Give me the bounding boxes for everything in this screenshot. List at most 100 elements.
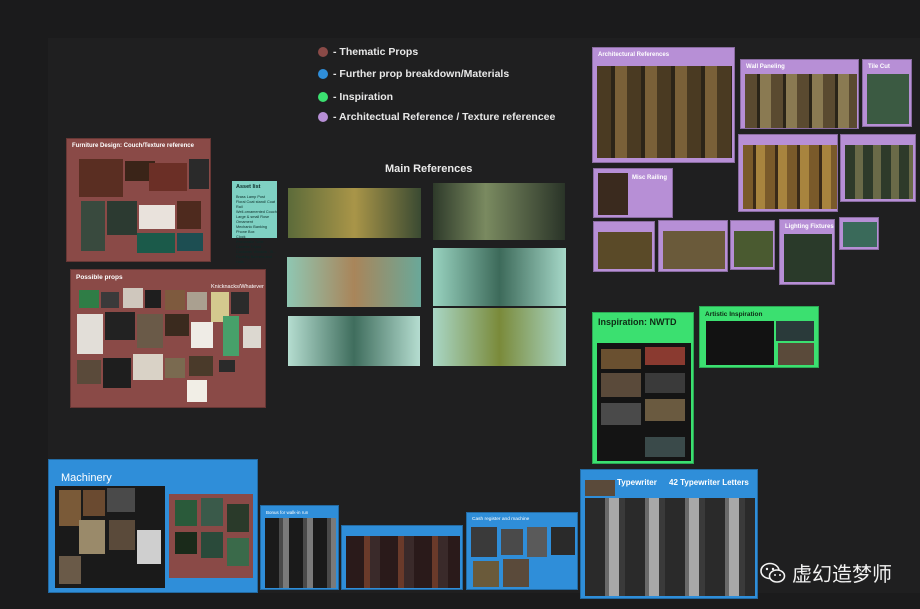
image-thumb[interactable] [59,490,81,526]
image-thumb[interactable] [187,292,207,310]
image-thumb[interactable] [745,74,857,128]
group-misc-railing[interactable]: Misc Railing [593,168,673,218]
group-arch-interiors[interactable] [840,134,916,202]
image-thumb[interactable] [189,159,209,189]
group-furniture[interactable]: Furniture Design: Couch/Texture referenc… [66,138,211,262]
group-inspiration-nwtd[interactable]: Inspiration: NWTD [592,312,694,464]
group-possible-props[interactable]: Possible props Knicknacks/Whatever [70,269,266,408]
image-thumb[interactable] [165,358,185,378]
image-thumb[interactable] [784,234,832,282]
image-thumb[interactable] [175,500,197,526]
group-arch-windows[interactable] [839,217,879,250]
image-thumb[interactable] [645,437,685,457]
image-thumb[interactable] [551,527,575,555]
image-thumb[interactable] [79,290,99,308]
image-thumb[interactable] [867,74,909,124]
image-thumb[interactable] [105,312,135,340]
image-thumb[interactable] [165,314,189,336]
image-thumb[interactable] [83,490,105,516]
group-artistic-inspiration[interactable]: Artistic Inspiration [699,306,819,368]
image-thumb[interactable] [585,498,755,596]
image-thumb[interactable] [223,316,239,356]
group-machinery[interactable]: Machinery [48,459,258,593]
image-thumb[interactable] [81,201,105,251]
main-reference-image[interactable] [433,183,565,240]
image-thumb[interactable] [645,373,685,393]
asset-list-card[interactable]: Asset list Brass Lamp Post Floral Coat s… [232,181,277,264]
image-thumb[interactable] [177,201,201,229]
image-thumb[interactable] [601,373,641,397]
image-thumb[interactable] [109,520,135,550]
group-architectural-references[interactable]: Architectural References [592,47,735,163]
image-thumb[interactable] [227,504,249,532]
group-bonus-walk-in[interactable]: Bonus for walk-in run [260,505,339,590]
image-thumb[interactable] [103,358,131,388]
group-typewriter[interactable]: Typewriter 42 Typewriter Letters [580,469,758,599]
group-arch-doors[interactable] [738,134,838,212]
image-thumb[interactable] [79,520,105,554]
group-cash-register[interactable]: Cash register and machine [466,512,578,590]
main-reference-image[interactable] [288,188,421,238]
image-thumb[interactable] [175,532,197,554]
image-thumb[interactable] [231,292,249,314]
image-thumb[interactable] [107,201,137,235]
image-thumb[interactable] [845,145,913,199]
image-thumb[interactable] [59,556,81,584]
main-reference-image[interactable] [433,248,566,306]
image-thumb[interactable] [501,529,523,555]
image-thumb[interactable] [219,360,235,372]
image-thumb[interactable] [601,403,641,425]
image-thumb[interactable] [778,343,814,365]
image-thumb[interactable] [527,527,547,557]
image-thumb[interactable] [101,292,119,308]
image-thumb[interactable] [471,527,497,557]
image-thumb[interactable] [843,222,877,247]
image-thumb[interactable] [776,321,814,341]
image-thumb[interactable] [598,232,652,269]
main-reference-image[interactable] [287,257,421,307]
image-thumb[interactable] [145,290,161,308]
image-thumb[interactable] [187,380,207,402]
image-thumb[interactable] [598,173,628,215]
image-thumb[interactable] [165,290,185,310]
image-thumb[interactable] [77,360,101,384]
image-thumb[interactable] [734,231,773,267]
group-arch-details[interactable] [593,221,655,272]
image-thumb[interactable] [107,488,135,512]
group-wall-paneling[interactable]: Wall Paneling [740,59,859,129]
image-thumb[interactable] [243,326,261,348]
image-thumb[interactable] [139,205,175,229]
group-arch-ornament[interactable] [730,220,775,270]
image-thumb[interactable] [597,66,732,158]
image-thumb[interactable] [585,480,615,496]
image-thumb[interactable] [189,356,213,376]
image-thumb[interactable] [149,163,187,191]
image-thumb[interactable] [191,322,213,348]
group-tile-cut[interactable]: Tile Cut [862,59,912,127]
image-thumb[interactable] [601,349,641,369]
image-thumb[interactable] [706,321,774,365]
image-thumb[interactable] [79,159,123,197]
image-thumb[interactable] [645,399,685,421]
group-mechanisms[interactable] [341,525,463,590]
image-thumb[interactable] [346,536,460,588]
image-thumb[interactable] [473,561,499,587]
image-thumb[interactable] [645,347,685,365]
image-thumb[interactable] [137,314,163,348]
main-reference-image[interactable] [288,316,420,366]
main-reference-image[interactable] [433,308,566,366]
image-thumb[interactable] [77,314,103,354]
image-thumb[interactable] [133,354,163,380]
board-canvas[interactable]: - Thematic Props - Further prop breakdow… [0,0,920,609]
image-thumb[interactable] [743,145,837,209]
image-thumb[interactable] [201,498,223,526]
group-lighting-fixtures[interactable]: Lighting Fixtures [779,219,835,285]
image-thumb[interactable] [137,233,175,253]
image-thumb[interactable] [663,231,725,269]
image-thumb[interactable] [265,518,336,588]
image-thumb[interactable] [123,288,143,308]
image-thumb[interactable] [201,532,223,558]
image-thumb[interactable] [137,530,161,564]
image-thumb[interactable] [503,559,529,587]
image-thumb[interactable] [227,538,249,566]
